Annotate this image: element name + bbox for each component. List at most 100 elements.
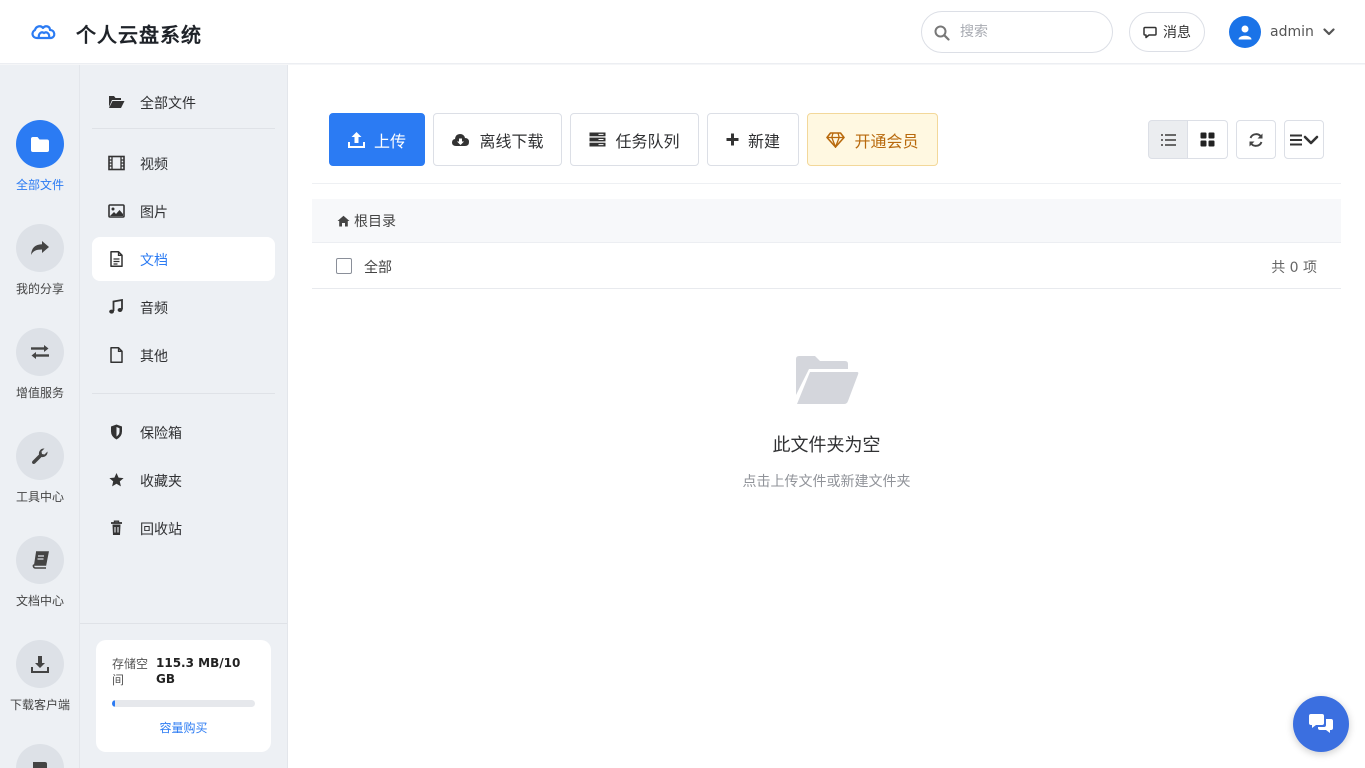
sidebar-item-favorites[interactable]: 收藏夹 [92,458,275,502]
rail-label: 全部文件 [15,178,64,192]
rail-item-download-client[interactable]: 下载客户端 [0,640,80,713]
book-icon [16,536,64,584]
folder-icon [16,120,64,168]
sidebar-divider [80,623,287,624]
server-icon [589,132,606,147]
messages-label: 消息 [1163,25,1191,41]
grid-icon [1200,132,1215,147]
top-header: 个人云盘系统 消息 admin [0,0,1365,64]
refresh-button[interactable] [1236,120,1276,159]
sidebar-divider [92,393,275,394]
upload-label: 上传 [373,131,406,151]
rail-item-all-files[interactable]: 全部文件 [0,120,80,193]
vip-label: 开通会员 [854,131,919,151]
sidebar-item-video[interactable]: 视频 [92,141,275,185]
messages-button[interactable]: 消息 [1129,12,1205,52]
item-count: 共 0 项 [1271,260,1317,276]
app-title: 个人云盘系统 [76,23,202,47]
search-box[interactable] [921,11,1113,53]
empty-folder-icon [795,355,859,405]
select-all-checkbox[interactable] [336,258,352,274]
breadcrumb: 根目录 [312,199,1341,243]
list-view-button[interactable] [1148,120,1188,159]
sidebar-item-label: 回收站 [140,522,182,538]
sidebar-item-label: 图片 [140,205,168,221]
more-icon [16,744,64,768]
offline-download-label: 离线下载 [479,131,544,151]
wrench-icon [16,432,64,480]
buy-storage-link[interactable]: 容量购买 [96,719,271,736]
user-menu[interactable]: admin [1229,16,1335,48]
rail-item-value-added[interactable]: 增值服务 [0,328,80,401]
film-icon [108,155,125,171]
task-queue-label: 任务队列 [615,131,680,151]
comments-icon [1308,713,1334,735]
empty-title: 此文件夹为空 [772,435,881,456]
sidebar-item-label: 视频 [140,157,168,173]
task-queue-button[interactable]: 任务队列 [570,113,699,166]
sidebar-item-documents[interactable]: 文档 [92,237,275,281]
rail-label: 文档中心 [15,594,64,608]
empty-subtitle: 点击上传文件或新建文件夹 [742,474,911,490]
share-icon [16,224,64,272]
sidebar-item-label: 文档 [140,253,168,269]
grid-view-button[interactable] [1188,120,1228,159]
shield-icon [108,424,125,440]
main-panel: 上传 离线下载 任务队列 新建 开通会员 根目录 全部 共 0 项 此文件夹为空… [288,65,1365,768]
chevron-down-icon[interactable] [1323,28,1335,36]
rail-item-docs-center[interactable]: 文档中心 [0,536,80,609]
rail-item-tools[interactable]: 工具中心 [0,432,80,505]
folder-open-icon [108,94,125,110]
sidebar-item-label: 音频 [140,301,168,317]
storage-label: 存储空间 [112,657,149,687]
rail-label: 工具中心 [15,490,64,504]
sidebar-item-trash[interactable]: 回收站 [92,506,275,550]
category-sidebar: 全部文件 视频 图片 文档 音频 其他 保险箱 收藏夹 回收站 存储空间 115… [80,65,288,768]
document-icon [108,251,125,267]
home-icon[interactable] [337,215,350,227]
sidebar-item-other[interactable]: 其他 [92,333,275,377]
empty-state: 此文件夹为空 点击上传文件或新建文件夹 [312,355,1341,491]
search-icon [934,25,950,41]
rail-item-more[interactable] [0,744,80,768]
username: admin [1270,24,1314,40]
sidebar-item-safe[interactable]: 保险箱 [92,410,275,454]
storage-value: 115.3 MB/10 GB [156,656,241,686]
new-button[interactable]: 新建 [707,113,799,166]
trash-icon [108,520,125,536]
toolbar: 上传 离线下载 任务队列 新建 开通会员 [312,65,1341,184]
rail-label: 下载客户端 [9,698,70,712]
sidebar-item-all-files[interactable]: 全部文件 [92,80,275,124]
file-icon [108,347,125,363]
refresh-icon [1248,132,1264,148]
chat-icon [1143,26,1157,39]
sort-menu-button[interactable] [1284,120,1324,159]
list-icon [1160,133,1177,147]
module-rail: 全部文件 我的分享 增值服务 工具中心 文档中心 下载客户端 [0,65,80,768]
upload-button[interactable]: 上传 [329,113,425,166]
app-logo-icon[interactable] [30,19,58,45]
offline-download-button[interactable]: 离线下载 [433,113,562,166]
sidebar-item-label: 收藏夹 [140,474,182,490]
vip-button[interactable]: 开通会员 [807,113,938,166]
cloud-download-icon [451,132,470,147]
download-icon [16,640,64,688]
chat-button[interactable] [1293,696,1349,752]
avatar[interactable] [1229,16,1261,48]
sidebar-item-images[interactable]: 图片 [92,189,275,233]
breadcrumb-root[interactable]: 根目录 [354,211,396,231]
upload-icon [347,131,365,148]
storage-progress-fill [112,700,115,707]
music-icon [108,299,125,315]
search-input[interactable] [960,21,1100,43]
exchange-icon [16,328,64,376]
diamond-icon [826,131,846,148]
storage-progress-bar [112,700,255,707]
rail-item-my-shares[interactable]: 我的分享 [0,224,80,297]
star-icon [108,472,125,488]
sidebar-item-audio[interactable]: 音频 [92,285,275,329]
new-label: 新建 [747,131,780,151]
image-icon [108,203,125,219]
storage-card: 存储空间 115.3 MB/10 GB 容量购买 [96,640,271,752]
file-list-header: 全部 共 0 项 [312,244,1341,289]
